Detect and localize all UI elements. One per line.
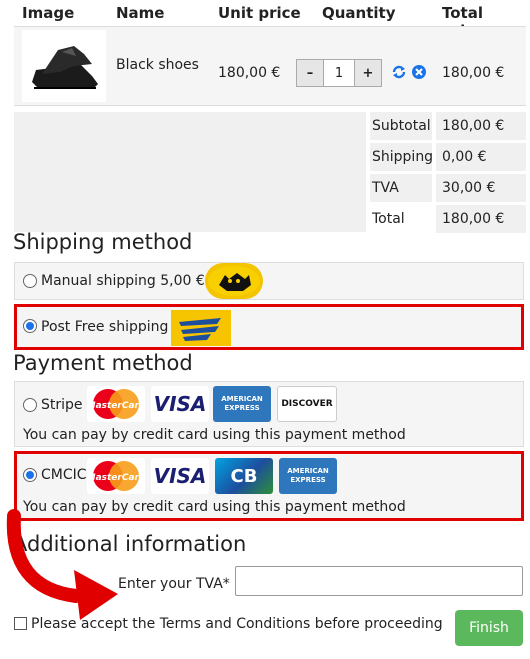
terms-label: Please accept the Terms and Conditions b…: [31, 616, 443, 632]
amex-icon: AMERICAN EXPRESS: [213, 386, 271, 422]
cb-icon: CB: [215, 458, 273, 494]
visa-icon: VISA: [151, 458, 209, 494]
payment-cmcic-radio[interactable]: [23, 468, 37, 482]
annotation-arrow-icon: [6, 509, 118, 620]
tva-label: TVA: [370, 174, 432, 202]
carrier-logo-laposte: [171, 310, 231, 346]
mastercard-icon: MasterCard: [87, 386, 145, 422]
quantity-stepper: – 1 +: [296, 59, 382, 87]
payment-method-title: Payment method: [13, 351, 193, 375]
total-label: Total: [370, 205, 432, 233]
tva-label-text: TVA: [372, 180, 399, 196]
tva-value: 30,00 €: [436, 174, 526, 202]
shipping-manual-label: Manual shipping 5,00 €: [41, 273, 205, 289]
black-cat-icon: [208, 266, 260, 296]
remove-icon[interactable]: [411, 64, 427, 84]
line-total: 180,00 €: [442, 65, 505, 81]
mastercard-icon: MasterCard: [87, 458, 145, 494]
header-quantity: Quantity: [322, 4, 396, 22]
payment-option-stripe[interactable]: Stripe MasterCard VISA AMERICAN EXPRESS …: [14, 381, 524, 447]
shipping-post-radio[interactable]: [23, 319, 37, 333]
subtotal-label: Subtotal: [370, 112, 432, 140]
refresh-icon[interactable]: [391, 64, 407, 84]
total-value-text: 180,00 €: [442, 211, 505, 227]
decrease-button[interactable]: –: [297, 60, 323, 86]
la-poste-icon: [171, 310, 231, 346]
amex-icon: AMERICAN EXPRESS: [279, 458, 337, 494]
payment-cmcic-label: CMCIC: [41, 467, 87, 483]
mastercard-text: MasterCard: [87, 473, 145, 483]
header-name: Name: [116, 4, 165, 22]
total-value: 180,00 €: [436, 205, 526, 233]
terms-checkbox[interactable]: [14, 617, 27, 630]
carrier-logo-cat: [205, 263, 263, 299]
shipping-value: 0,00 €: [436, 143, 526, 171]
mastercard-text: MasterCard: [87, 401, 145, 411]
total-label-text: Total: [372, 211, 405, 227]
payment-stripe-label: Stripe: [41, 397, 83, 413]
tva-input[interactable]: [235, 566, 523, 596]
shipping-option-manual[interactable]: Manual shipping 5,00 €: [14, 262, 524, 300]
shipping-method-title: Shipping method: [13, 230, 193, 254]
increase-button[interactable]: +: [355, 60, 381, 86]
shipping-label-text: Shipping: [372, 149, 434, 165]
header-image: Image: [22, 4, 75, 22]
tva-value-text: 30,00 €: [442, 180, 496, 196]
product-image[interactable]: [22, 30, 106, 102]
finish-button[interactable]: Finish: [455, 610, 523, 646]
tva-field-label: Enter your TVA*: [118, 576, 230, 592]
subtotal-label-text: Subtotal: [372, 118, 431, 134]
payment-stripe-radio[interactable]: [23, 398, 37, 412]
shipping-option-post[interactable]: Post Free shipping: [14, 304, 524, 350]
subtotal-value-text: 180,00 €: [442, 118, 505, 134]
shipping-label: Shipping: [370, 143, 434, 171]
shipping-manual-radio[interactable]: [23, 274, 37, 288]
product-name[interactable]: Black shoes: [116, 57, 199, 73]
shipping-post-label: Post Free shipping: [41, 319, 169, 335]
totals-spacer: [14, 112, 366, 232]
visa-icon: VISA: [151, 386, 209, 422]
header-unit-price: Unit price: [218, 4, 301, 22]
quantity-input[interactable]: 1: [323, 60, 355, 86]
shoe-icon: [32, 46, 98, 89]
payment-stripe-note: You can pay by credit card using this pa…: [23, 427, 406, 443]
discover-icon: DISCOVER: [277, 386, 337, 422]
shipping-value-text: 0,00 €: [442, 149, 487, 165]
unit-price: 180,00 €: [218, 65, 281, 81]
subtotal-value: 180,00 €: [436, 112, 526, 140]
